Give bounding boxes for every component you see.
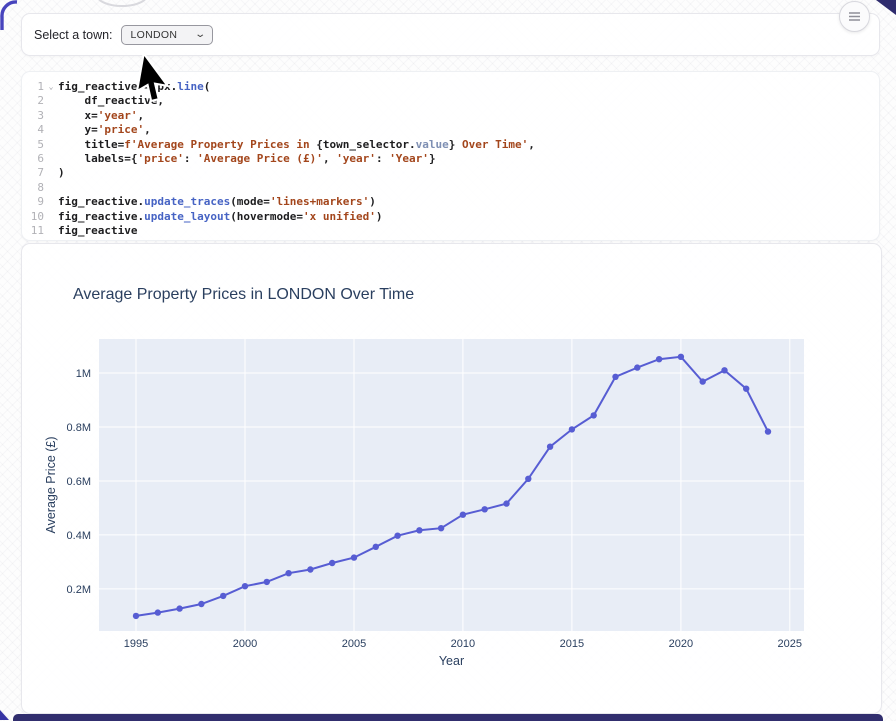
notebook-page: { "select_cell": { "label": "Select a to… (0, 0, 896, 720)
code-text: fig_reactive.update_layout(hovermode='x … (58, 210, 879, 224)
code-line: 8 (22, 181, 879, 195)
chart-output-cell: 0.2M 0.4M 0.6M 0.8M 1M 1995 2000 2005 2010 2015 20… (21, 243, 882, 714)
x-axis-title: Year (439, 654, 464, 668)
line-number: 2 (22, 94, 44, 108)
menu-button[interactable] (839, 1, 870, 32)
svg-text:0.8M: 0.8M (67, 422, 91, 434)
svg-text:2005: 2005 (342, 638, 366, 650)
svg-text:1M: 1M (76, 368, 91, 380)
select-town-label: Select a town: (34, 28, 113, 42)
code-text: fig_reactive = px.line( (58, 80, 879, 94)
chevron-down-icon: ⌄ (194, 30, 206, 40)
code-line: 5 title=f'Average Property Prices in {to… (22, 138, 879, 152)
x-tick-labels: 1995 2000 2005 2010 2015 2020 2025 (124, 638, 802, 650)
code-line: 9 fig_reactive.update_traces(mode='lines+… (22, 195, 879, 209)
line-number: 4 (22, 123, 44, 137)
cutoff-corner-panel (876, 0, 896, 15)
fold-gutter (44, 123, 58, 137)
svg-text:2025: 2025 (778, 638, 802, 650)
line-number: 5 (22, 138, 44, 152)
code-line: 7) (22, 166, 879, 180)
cutoff-bottom-logo (0, 710, 9, 720)
code-text: title=f'Average Property Prices in {town… (58, 138, 879, 152)
y-axis-title: Average Price (£) (44, 436, 58, 533)
code-text: df_reactive, (58, 94, 879, 108)
hamburger-icon (848, 11, 861, 22)
code-text: x='year', (58, 109, 879, 123)
code-line: 3 x='year', (22, 109, 879, 123)
fold-gutter (44, 138, 58, 152)
fold-gutter (44, 166, 58, 180)
price-chart[interactable]: 0.2M 0.4M 0.6M 0.8M 1M 1995 2000 2005 2010 2015 20… (22, 244, 881, 713)
code-text (58, 181, 879, 195)
code-text: y='price', (58, 123, 879, 137)
code-text: labels={'price': 'Average Price (£)', 'y… (58, 152, 879, 166)
code-line: 10 fig_reactive.update_layout(hovermode='… (22, 210, 879, 224)
svg-text:0.2M: 0.2M (67, 584, 91, 596)
code-line: 4 y='price', (22, 123, 879, 137)
line-number: 8 (22, 181, 44, 195)
svg-text:1995: 1995 (124, 638, 148, 650)
fold-gutter (44, 181, 58, 195)
svg-text:0.6M: 0.6M (67, 476, 91, 488)
line-number: 7 (22, 166, 44, 180)
code-line: 6 labels={'price': 'Average Price (£)', … (22, 152, 879, 166)
fold-gutter (44, 109, 58, 123)
town-select-dropdown[interactable]: LONDON ⌄ (121, 25, 213, 45)
chart-title: Average Property Prices in LONDON Over T… (73, 286, 414, 303)
line-number: 11 (22, 224, 44, 238)
fold-gutter (44, 94, 58, 108)
select-town-cell: Select a town: LONDON ⌄ (21, 13, 880, 56)
svg-text:2020: 2020 (669, 638, 693, 650)
cutoff-gray-shape (92, 0, 152, 10)
line-number: 3 (22, 109, 44, 123)
svg-text:2000: 2000 (233, 638, 257, 650)
line-number: 1 (22, 80, 44, 94)
code-text: fig_reactive (58, 224, 879, 238)
fold-chevron-icon[interactable]: ⌄ (44, 80, 58, 94)
fold-gutter (44, 224, 58, 238)
fold-gutter (44, 195, 58, 209)
town-select-value: LONDON (131, 29, 178, 41)
line-number: 9 (22, 195, 44, 209)
fold-gutter (44, 152, 58, 166)
code-line: 11 fig_reactive (22, 224, 879, 238)
line-number: 6 (22, 152, 44, 166)
plot-area[interactable] (99, 339, 804, 631)
svg-text:2010: 2010 (451, 638, 475, 650)
svg-text:2015: 2015 (560, 638, 584, 650)
code-text: ) (58, 166, 879, 180)
fold-gutter (44, 210, 58, 224)
code-text: fig_reactive.update_traces(mode='lines+m… (58, 195, 879, 209)
svg-text:0.4M: 0.4M (67, 530, 91, 542)
line-number: 10 (22, 210, 44, 224)
y-tick-labels: 0.2M 0.4M 0.6M 0.8M 1M (67, 368, 91, 596)
